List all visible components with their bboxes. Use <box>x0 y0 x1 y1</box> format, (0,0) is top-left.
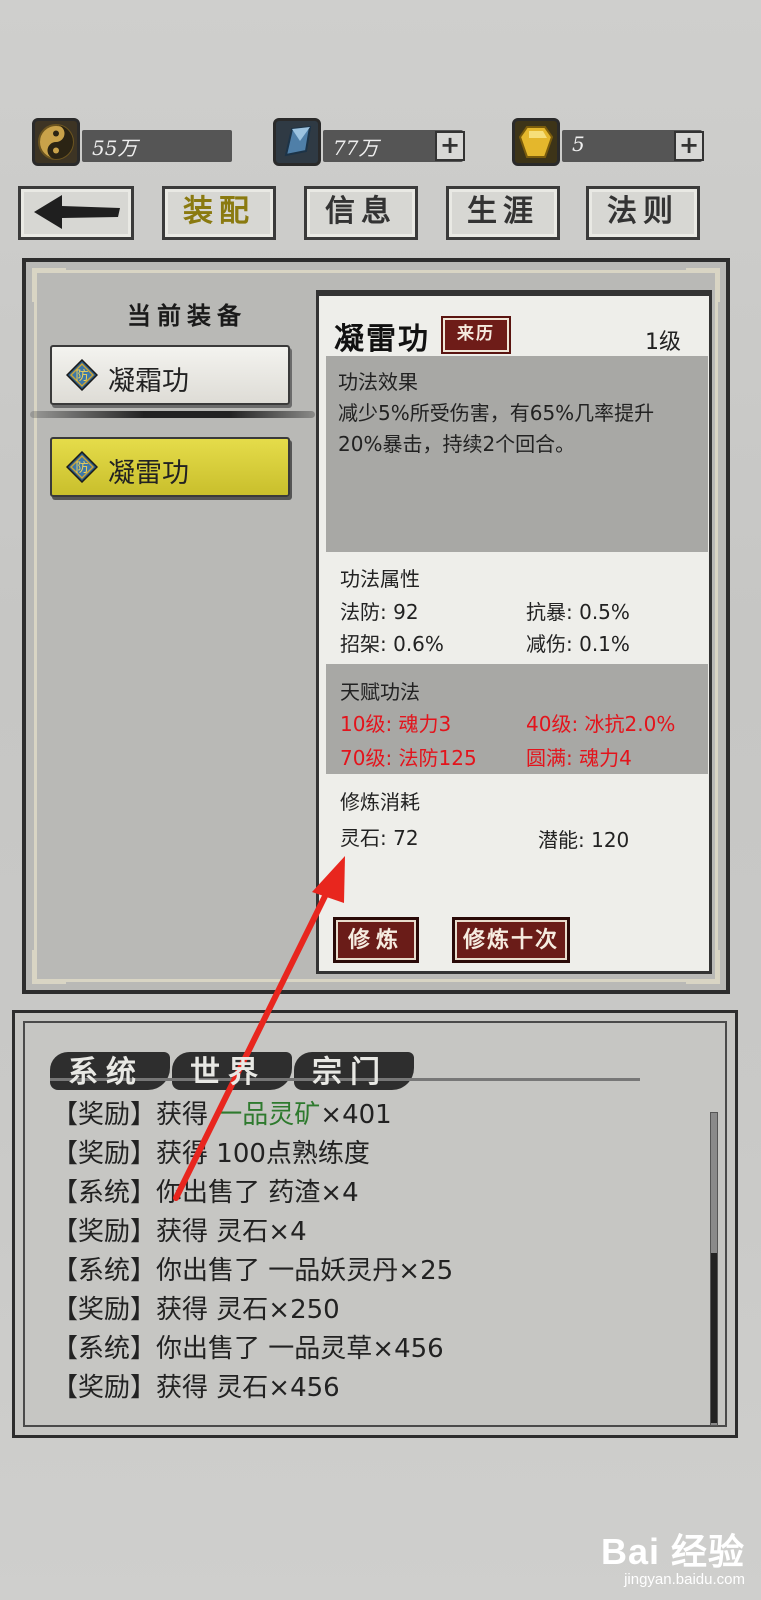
annotation-arrow-icon <box>173 856 345 1201</box>
watermark: Bai 经验 jingyan.baidu.com <box>601 1523 745 1588</box>
chat-tab-sect[interactable]: 宗门 <box>294 1050 414 1096</box>
watermark-logo: Bai 经验 <box>600 1531 745 1572</box>
chat-tab-world[interactable]: 世界 <box>172 1050 292 1096</box>
chat-tab-system[interactable]: 系统 <box>50 1050 170 1096</box>
